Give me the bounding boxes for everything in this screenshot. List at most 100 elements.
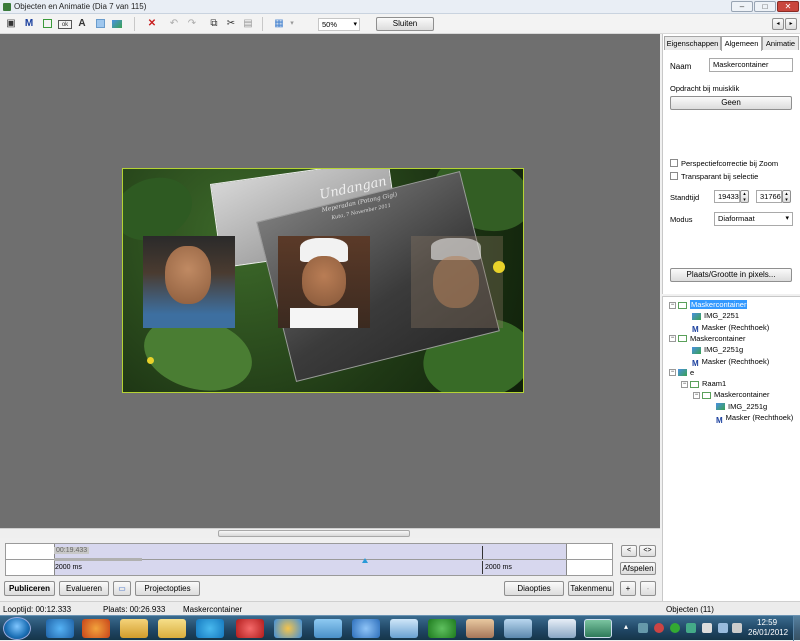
start-button[interactable] xyxy=(3,617,31,640)
timeline-keyframe-marker[interactable] xyxy=(482,561,483,574)
undo-icon[interactable]: ↶ xyxy=(167,17,181,31)
timeline[interactable]: 00:19.433 2000 ms 2000 ms xyxy=(5,543,613,576)
redo-icon[interactable]: ↷ xyxy=(185,17,199,31)
duration-start-field[interactable]: 19433 xyxy=(714,190,740,203)
scrollbar-thumb[interactable] xyxy=(218,530,410,537)
tab-animation[interactable]: Animatie xyxy=(762,36,799,50)
tree-expander-icon[interactable]: − xyxy=(669,335,676,343)
evaluate-button[interactable]: Evalueren xyxy=(59,581,109,596)
place-size-button[interactable]: Plaats/Grootte in pixels... xyxy=(670,268,792,282)
editor-canvas[interactable]: Undangan Meperadan (Potong Gigi) Kuta, 7… xyxy=(0,34,660,528)
folder-icon[interactable] xyxy=(158,619,186,638)
network-icon[interactable] xyxy=(718,623,728,633)
tree-expander-icon[interactable]: − xyxy=(669,301,676,309)
tree-item[interactable]: M Masker (Rechthoek) xyxy=(705,412,793,425)
tray-icon[interactable] xyxy=(686,623,696,633)
publish-button[interactable]: Publiceren xyxy=(4,581,55,596)
fill-icon[interactable] xyxy=(93,17,107,31)
tree-item[interactable]: M Masker (Rechthoek) xyxy=(681,322,769,335)
duration-end-stepper[interactable]: ▴ ▾ xyxy=(782,190,791,203)
utorrent-icon[interactable] xyxy=(428,619,456,638)
tree-item[interactable]: IMG_2251 xyxy=(681,310,739,321)
text-a-icon[interactable]: A xyxy=(75,17,89,31)
slide-preview[interactable]: Undangan Meperadan (Potong Gigi) Kuta, 7… xyxy=(122,168,524,393)
email-icon[interactable] xyxy=(120,619,148,638)
zoom-select[interactable]: 50% ▾ xyxy=(318,18,360,31)
clock-time[interactable]: 12:59 xyxy=(757,618,777,627)
tree-item[interactable]: − Maskercontainer xyxy=(693,389,769,400)
portrait-photo-3[interactable] xyxy=(411,236,503,328)
play-button[interactable]: Afspelen xyxy=(620,562,656,575)
duration-start-stepper[interactable]: ▴ ▾ xyxy=(740,190,749,203)
tab-general[interactable]: Algemeen xyxy=(721,36,762,51)
portrait-photo-1[interactable] xyxy=(143,236,235,328)
user-icon[interactable] xyxy=(466,619,494,638)
object-tree[interactable]: − Maskercontainer IMG_2251 M Masker (Rechtho… xyxy=(662,296,800,601)
copy-icon[interactable]: ⧉ xyxy=(207,17,221,31)
close-button[interactable]: Sluiten xyxy=(376,17,434,31)
tray-icon[interactable] xyxy=(654,623,664,633)
text-box-icon[interactable]: ok xyxy=(58,20,72,29)
photo-viewer-icon[interactable] xyxy=(314,619,342,638)
show-desktop-button[interactable] xyxy=(793,616,800,641)
tree-expander-icon[interactable]: − xyxy=(669,369,676,377)
tree-item[interactable]: − Maskercontainer xyxy=(669,299,748,310)
internet-explorer-icon[interactable] xyxy=(46,619,74,638)
delete-icon[interactable]: ✕ xyxy=(145,17,159,31)
tab-properties[interactable]: Eigenschappen xyxy=(664,36,721,50)
timeline-cursor-triangle[interactable] xyxy=(362,558,368,563)
tray-icon[interactable] xyxy=(638,623,648,633)
duration-end-field[interactable]: 31766 xyxy=(756,190,782,203)
clock-date[interactable]: 26/01/2012 xyxy=(748,628,788,637)
document-icon[interactable] xyxy=(548,619,576,638)
timeline-zoom-out-button[interactable]: < xyxy=(621,545,637,557)
slide-options-button[interactable]: Diaopties xyxy=(504,581,564,596)
tree-item[interactable]: − e xyxy=(669,367,694,378)
minimize-button[interactable]: – xyxy=(731,1,753,12)
itunes-icon[interactable] xyxy=(352,619,380,638)
cut-icon[interactable]: ✂ xyxy=(224,17,238,31)
timeline-keyframe-marker[interactable] xyxy=(482,546,483,559)
name-field[interactable]: Maskercontainer xyxy=(709,58,793,72)
image-icon[interactable] xyxy=(110,17,124,31)
timeline-zoom-in-button[interactable]: <> xyxy=(639,545,656,557)
portrait-photo-2[interactable] xyxy=(278,236,370,328)
remove-object-button[interactable]: - xyxy=(640,581,656,596)
close-window-button[interactable]: ✕ xyxy=(777,1,799,12)
flag-icon[interactable] xyxy=(702,623,712,633)
collapse-left-button[interactable]: ◂ xyxy=(772,18,784,30)
tree-item[interactable]: − Maskercontainer xyxy=(669,333,745,344)
chevron-down-icon[interactable]: ▾ xyxy=(285,17,299,31)
tree-item[interactable]: M Masker (Rechthoek) xyxy=(681,356,769,369)
media-player-icon[interactable] xyxy=(236,619,264,638)
tray-icon[interactable] xyxy=(670,623,680,633)
project-options-button[interactable]: Projectopties xyxy=(135,581,200,596)
tree-item[interactable]: IMG_2251g xyxy=(705,401,767,412)
firefox-icon[interactable] xyxy=(82,619,110,638)
tree-expander-icon[interactable]: − xyxy=(681,380,688,388)
paste-icon[interactable]: ▤ xyxy=(241,17,255,31)
tree-item[interactable]: IMG_2251g xyxy=(681,344,743,355)
notepad-icon[interactable] xyxy=(390,619,418,638)
perspective-checkbox[interactable] xyxy=(670,159,678,167)
mask-m-icon[interactable]: M xyxy=(22,17,36,31)
canvas-scrollbar[interactable] xyxy=(0,528,660,538)
task-menu-button[interactable]: Takenmenu xyxy=(568,581,614,596)
tray-up-icon[interactable]: ▴ xyxy=(624,622,628,631)
click-action-button[interactable]: Geen xyxy=(670,96,792,110)
skype-icon[interactable] xyxy=(196,619,224,638)
calculator-icon[interactable] xyxy=(504,619,532,638)
add-object-button[interactable]: + xyxy=(620,581,636,596)
tree-expander-icon[interactable]: − xyxy=(693,391,700,399)
volume-icon[interactable] xyxy=(732,623,742,633)
grid-icon[interactable]: ▦ xyxy=(272,17,286,31)
mode-select[interactable]: Diaformaat ▾ xyxy=(714,212,793,226)
rectangle-icon[interactable] xyxy=(40,17,54,31)
maximize-button[interactable]: □ xyxy=(754,1,776,12)
pte-app-icon[interactable] xyxy=(584,619,612,638)
transparent-checkbox[interactable] xyxy=(670,172,678,180)
tree-item[interactable]: − Raam1 xyxy=(681,378,726,389)
collapse-right-button[interactable]: ▸ xyxy=(785,18,797,30)
browser-icon[interactable] xyxy=(274,619,302,638)
screen-icon[interactable]: ▭ xyxy=(113,581,131,596)
